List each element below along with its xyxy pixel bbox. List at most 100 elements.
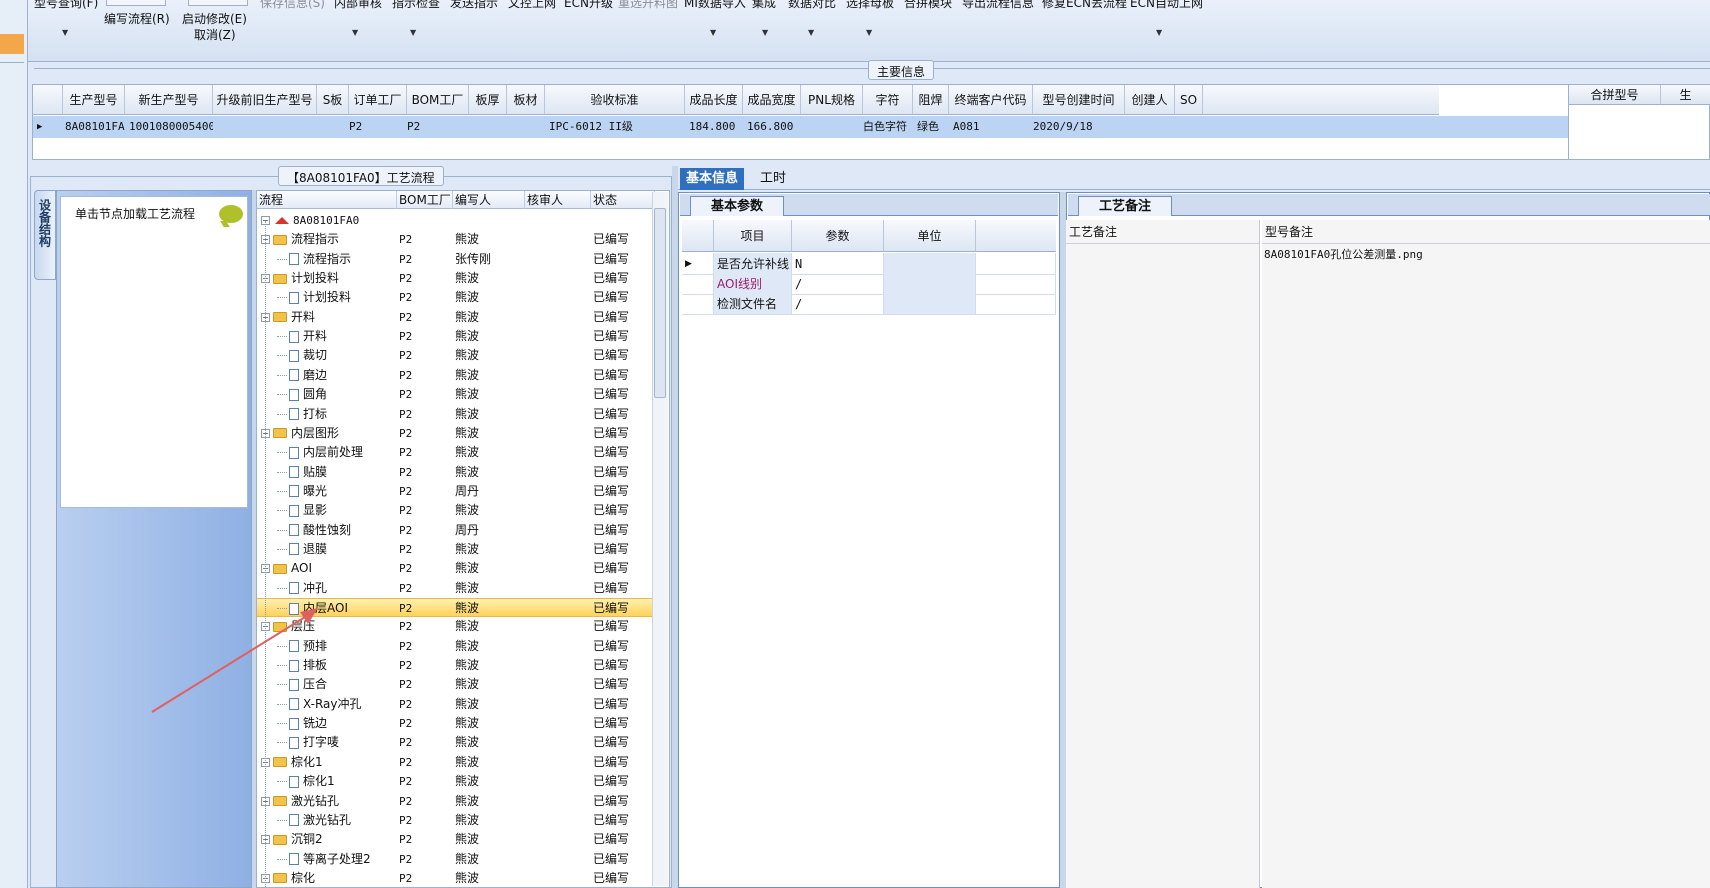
- grid-header[interactable]: 成品长度: [685, 85, 743, 115]
- tree-node[interactable]: 贴膜 P2 熊波 已编写: [257, 463, 655, 482]
- tree-node[interactable]: − 沉铜2 P2 熊波 已编写: [257, 830, 655, 849]
- hint-box[interactable]: 单击节点加载工艺流程: [60, 196, 248, 508]
- process-notes-area[interactable]: 工艺备注: [1066, 220, 1260, 888]
- param-value[interactable]: /: [792, 273, 884, 295]
- grid-header[interactable]: SO: [1175, 85, 1203, 115]
- toolbar-save[interactable]: 保存信息(S): [260, 0, 325, 11]
- grid-header[interactable]: PNL规格: [801, 85, 863, 115]
- tree-node[interactable]: 显影 P2 熊波 已编写: [257, 501, 655, 520]
- grid-header[interactable]: 订单工厂: [349, 85, 407, 115]
- tree-node[interactable]: 打标 P2 熊波 已编写: [257, 405, 655, 424]
- grid-cell[interactable]: 10010800054001: [125, 116, 213, 138]
- chevron-down-icon[interactable]: ▼: [1156, 28, 1162, 37]
- tree-node[interactable]: 裁切 P2 熊波 已编写: [257, 346, 655, 365]
- grid-header[interactable]: BOM工厂: [407, 85, 469, 115]
- grid-cell[interactable]: A081: [949, 116, 1033, 138]
- tree-node[interactable]: − 激光钻孔 P2 熊波 已编写: [257, 792, 655, 811]
- grid-cell[interactable]: 8A08101FA0: [61, 116, 125, 138]
- param-value[interactable]: N: [792, 253, 884, 275]
- grid-cell[interactable]: [801, 116, 863, 138]
- toolbar-integrate[interactable]: 集成: [752, 0, 776, 11]
- grid-header[interactable]: 成品宽度: [743, 85, 801, 115]
- chevron-down-icon[interactable]: ▼: [762, 28, 768, 37]
- device-structure-tab[interactable]: 设备结构: [34, 190, 56, 280]
- tree-node[interactable]: − 计划投料 P2 熊波 已编写: [257, 269, 655, 288]
- tree-node[interactable]: 内层前处理 P2 熊波 已编写: [257, 443, 655, 462]
- toolbar-select-motherboard[interactable]: 选择母板: [846, 0, 894, 11]
- toolbar-model-query[interactable]: 型号查询(F): [34, 0, 98, 11]
- chevron-down-icon[interactable]: ▼: [62, 28, 68, 37]
- tree-node[interactable]: − 棕化 P2 熊波 已编写: [257, 869, 655, 887]
- tree-node[interactable]: − 开料 P2 熊波 已编写: [257, 308, 655, 327]
- grid-header[interactable]: 生产型号: [63, 85, 125, 115]
- tree-node-root[interactable]: −8A08101FA0: [257, 211, 655, 230]
- tree-node[interactable]: 计划投料 P2 熊波 已编写: [257, 288, 655, 307]
- toolbar-internal-review[interactable]: 内部审核: [334, 0, 382, 11]
- grid-cell[interactable]: [1125, 116, 1175, 138]
- toolbar-reselect-cut-map[interactable]: 重选开料图: [618, 0, 678, 11]
- tree-node[interactable]: − 棕化1 P2 熊波 已编写: [257, 753, 655, 772]
- grid-header[interactable]: 新生产型号: [125, 85, 213, 115]
- tab-process-notes[interactable]: 工艺备注: [1078, 196, 1173, 216]
- grid-header[interactable]: 终端客户代码: [949, 85, 1033, 115]
- chevron-down-icon[interactable]: ▼: [866, 28, 872, 37]
- param-unit[interactable]: [884, 253, 976, 275]
- grid-header[interactable]: 字符: [863, 85, 913, 115]
- toolbar-ecn-upgrade[interactable]: ECN升级: [564, 0, 613, 11]
- grid-header[interactable]: 升级前旧生产型号: [213, 85, 317, 115]
- tree-node[interactable]: 酸性蚀刻 P2 周丹 已编写: [257, 521, 655, 540]
- toolbar-export-flow[interactable]: 导出流程信息: [962, 0, 1034, 11]
- tab-basic-info[interactable]: 基本信息: [680, 168, 745, 190]
- tree-node[interactable]: 退膜 P2 熊波 已编写: [257, 540, 655, 559]
- param-row[interactable]: AOI线别 /: [682, 273, 1056, 295]
- grid-cell[interactable]: [213, 116, 317, 138]
- chevron-down-icon[interactable]: ▼: [410, 28, 416, 37]
- tree-node[interactable]: 流程指示 P2 张传刚 已编写: [257, 250, 655, 269]
- toolbar-fix-ecn-flow[interactable]: 修复ECN丢流程: [1042, 0, 1127, 11]
- grid-cell[interactable]: 2020/9/18: [1029, 116, 1125, 138]
- basic-params-grid[interactable]: 项目 参数 单位 ▶ 是否允许补线 N AOI线别 / 检测文件名 /: [682, 220, 1056, 320]
- model-notes-area[interactable]: 型号备注 8A08101FA0孔位公差测量.png: [1262, 220, 1710, 888]
- toolbar-mi-import[interactable]: MI数据导入: [684, 0, 746, 11]
- tree-header[interactable]: 编写人: [453, 191, 525, 209]
- merge-model-grid[interactable]: 合拼型号 生: [1568, 84, 1710, 160]
- tree-node[interactable]: 曝光 P2 周丹 已编写: [257, 482, 655, 501]
- tree-header[interactable]: 流程: [257, 191, 397, 209]
- toolbar-doc-online[interactable]: 文控上网: [508, 0, 556, 11]
- grid-cell[interactable]: [507, 116, 545, 138]
- grid-cell[interactable]: [1175, 116, 1203, 138]
- grid-header[interactable]: 创建人: [1125, 85, 1175, 115]
- tree-node[interactable]: 棕化1 P2 熊波 已编写: [257, 772, 655, 791]
- grid-header[interactable]: 参数: [792, 220, 884, 252]
- tree-header[interactable]: 状态: [591, 191, 655, 209]
- chevron-down-icon[interactable]: ▼: [808, 28, 814, 37]
- toolbar-instruction-check[interactable]: 指示检查: [392, 0, 440, 11]
- grid-cell[interactable]: 白色字符: [859, 116, 913, 138]
- toolbar-send-instruction[interactable]: 发送指示: [450, 0, 498, 11]
- main-info-grid[interactable]: 生产型号 新生产型号 升级前旧生产型号 S板 订单工厂 BOM工厂 板厚 板材 …: [32, 84, 1572, 160]
- tree-node[interactable]: 圆角 P2 熊波 已编写: [257, 385, 655, 404]
- param-row[interactable]: 检测文件名 /: [682, 293, 1056, 315]
- param-unit[interactable]: [884, 273, 976, 295]
- grid-cell[interactable]: 绿色: [913, 116, 949, 138]
- param-row[interactable]: ▶ 是否允许补线 N: [682, 253, 1056, 275]
- toolbar-combine-module[interactable]: 合拼模块: [904, 0, 952, 11]
- tree-node[interactable]: 冲孔 P2 熊波 已编写: [257, 579, 655, 598]
- grid-header[interactable]: 板材: [507, 85, 545, 115]
- grid-header[interactable]: 单位: [884, 220, 976, 252]
- param-unit[interactable]: [884, 293, 976, 315]
- grid-cell[interactable]: IPC-6012 II级: [545, 116, 685, 138]
- grid-header[interactable]: 项目: [714, 220, 792, 252]
- grid-header[interactable]: 验收标准: [545, 85, 685, 115]
- grid-cell[interactable]: [469, 116, 507, 138]
- param-value[interactable]: /: [792, 293, 884, 315]
- grid-header[interactable]: 型号创建时间: [1033, 85, 1125, 115]
- tree-header[interactable]: BOM工厂: [397, 191, 453, 209]
- grid-header[interactable]: 生: [1661, 85, 1710, 105]
- tree-node[interactable]: 开料 P2 熊波 已编写: [257, 327, 655, 346]
- toolbar-write-flow[interactable]: 编写流程(R): [104, 10, 170, 27]
- process-tree[interactable]: 流程 BOM工厂 编写人 核审人 状态 −8A08101FA0− 流程指示 P2 熊波…: [256, 190, 670, 888]
- toolbar-ecn-auto-online[interactable]: ECN自动上网: [1130, 0, 1203, 11]
- grid-header[interactable]: 板厚: [469, 85, 507, 115]
- grid-header[interactable]: 合拼型号: [1569, 85, 1661, 105]
